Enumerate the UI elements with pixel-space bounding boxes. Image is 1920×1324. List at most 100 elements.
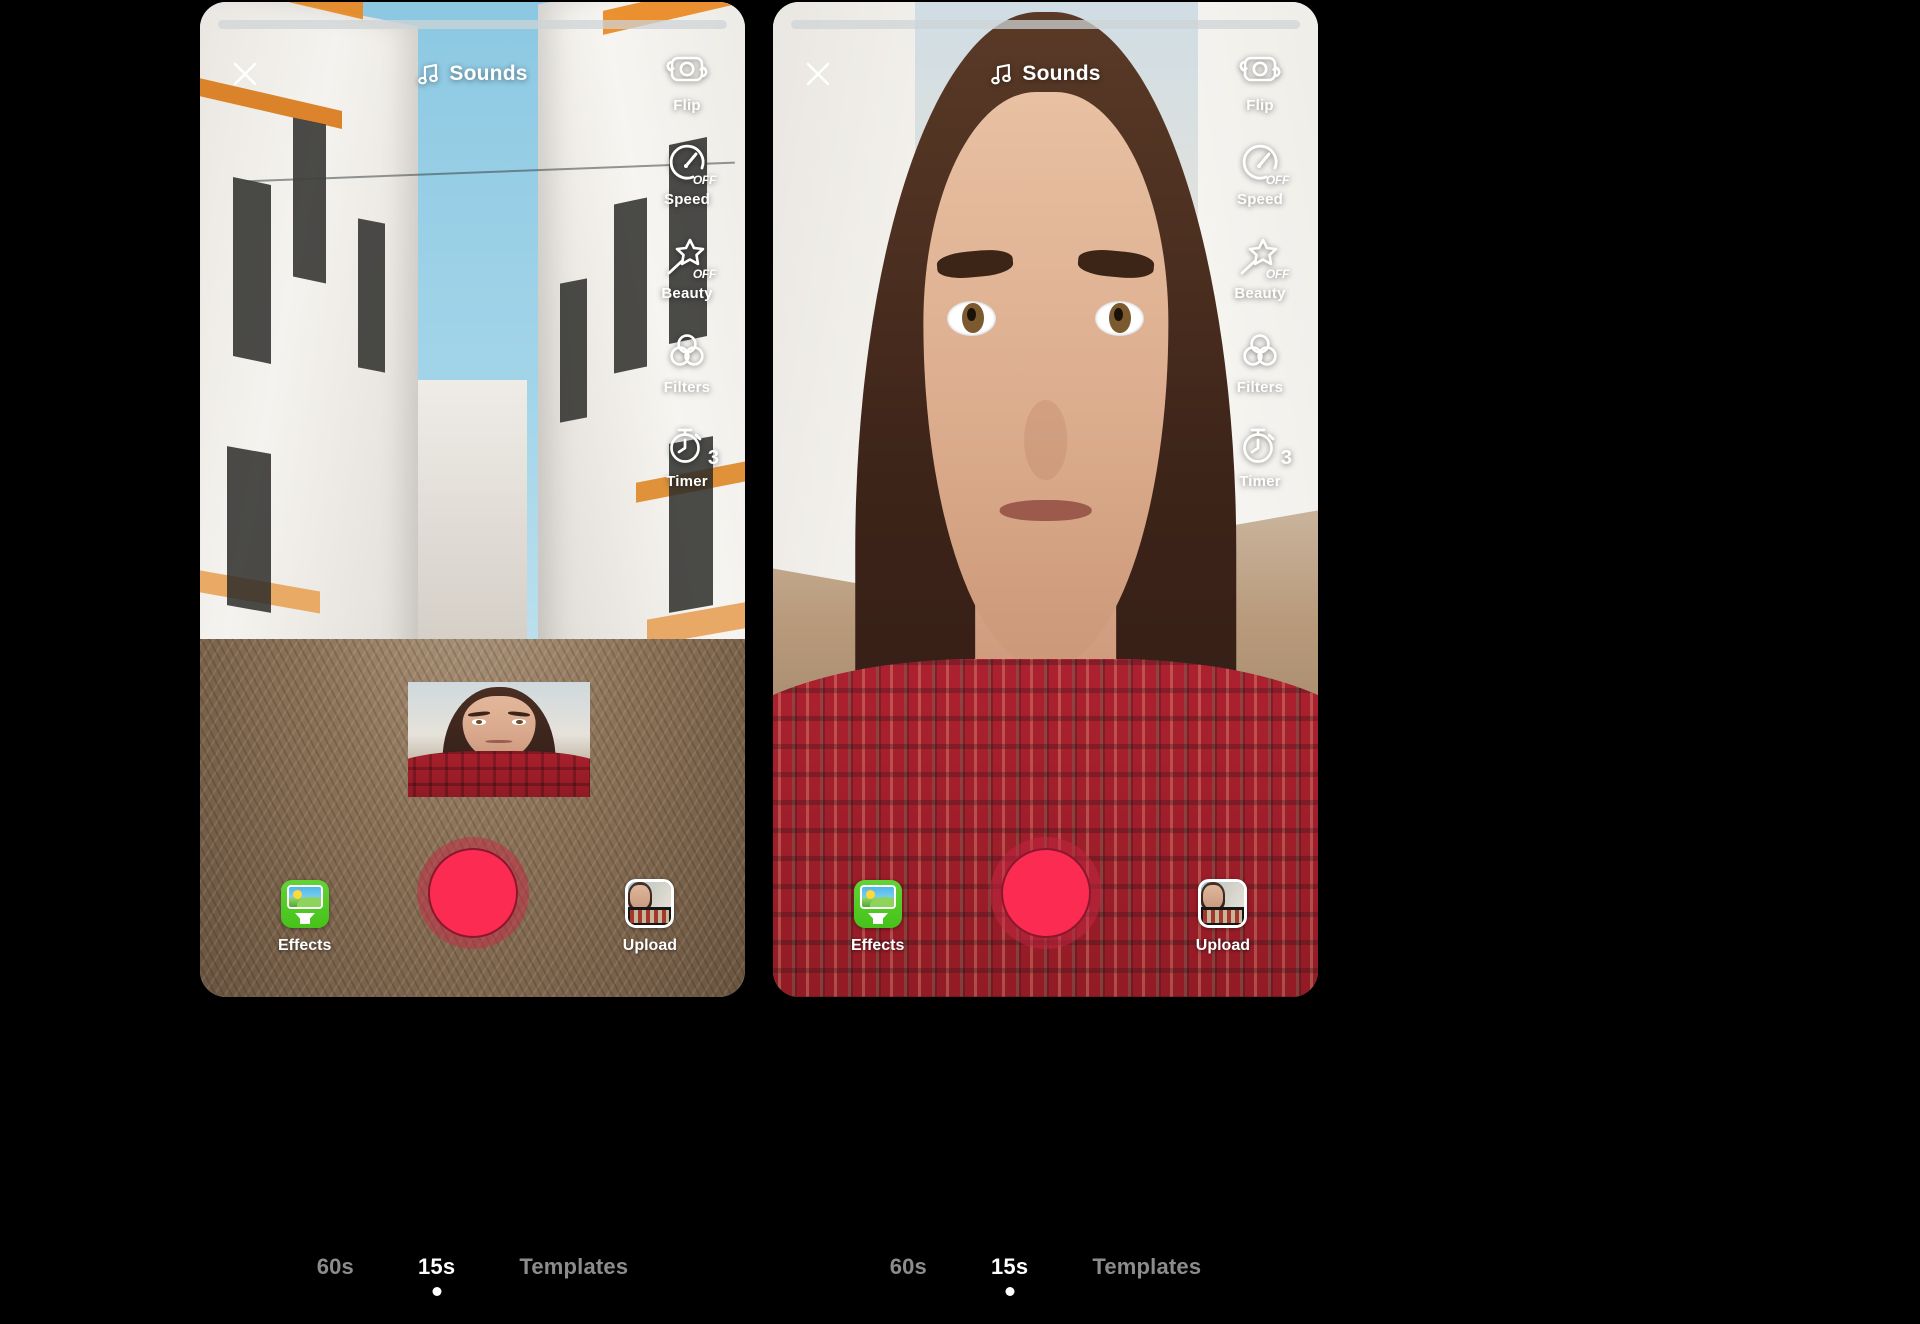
music-note-icon bbox=[417, 62, 439, 86]
record-button-inner bbox=[427, 848, 518, 938]
record-button[interactable] bbox=[989, 837, 1102, 949]
closeup-mouth bbox=[999, 499, 1092, 522]
record-button-inner bbox=[1000, 848, 1091, 938]
close-icon[interactable] bbox=[801, 57, 835, 91]
active-tab-indicator-dot bbox=[432, 1287, 442, 1296]
sounds-label: Sounds bbox=[449, 62, 528, 85]
rail-label-timer: Timer bbox=[666, 473, 708, 490]
magic-wand-icon: OFF bbox=[664, 234, 716, 281]
pip-eye bbox=[471, 718, 487, 725]
recording-progress-bar[interactable] bbox=[218, 20, 727, 29]
rail-label-speed: Speed bbox=[663, 191, 710, 208]
duration-tabbar-right: 60s 15s Templates bbox=[773, 1240, 1318, 1324]
tool-rail: Flip OFF Speed OFF Beauty Filters 3 Time… bbox=[643, 46, 731, 490]
effects-label: Effects bbox=[278, 937, 332, 954]
effects-label: Effects bbox=[851, 937, 905, 954]
window bbox=[614, 197, 647, 374]
active-tab-indicator-dot bbox=[1005, 1287, 1015, 1296]
recording-progress-fill bbox=[218, 20, 727, 29]
speed-off-badge: OFF bbox=[692, 173, 716, 187]
recording-progress-bar[interactable] bbox=[791, 20, 1300, 29]
beauty-off-badge: OFF bbox=[1265, 267, 1289, 281]
upload-button[interactable]: Upload bbox=[1196, 879, 1250, 955]
sounds-button[interactable]: Sounds bbox=[990, 62, 1100, 86]
tab-15s-label: 15s bbox=[418, 1254, 456, 1279]
window bbox=[232, 177, 271, 365]
rail-label-flip: Flip bbox=[673, 97, 701, 114]
magic-wand-icon: OFF bbox=[1237, 234, 1289, 281]
tab-templates-label: Templates bbox=[519, 1254, 629, 1279]
tab-60s[interactable]: 60s bbox=[313, 1254, 358, 1280]
camera-flip-icon bbox=[664, 46, 710, 92]
rail-item-beauty[interactable]: OFF Beauty bbox=[643, 234, 731, 302]
tab-60s-label: 60s bbox=[889, 1254, 927, 1279]
rail-item-beauty[interactable]: OFF Beauty bbox=[1216, 234, 1304, 302]
speed-off-badge: OFF bbox=[1265, 173, 1289, 187]
music-note-icon bbox=[990, 62, 1012, 86]
phone-panel-left: Sounds Flip OFF Speed OFF Beauty Filters… bbox=[200, 2, 745, 997]
tab-templates-label: Templates bbox=[1092, 1254, 1202, 1279]
rail-item-filters[interactable]: Filters bbox=[643, 328, 731, 396]
tab-60s-label: 60s bbox=[316, 1254, 354, 1279]
closeup-nose bbox=[1023, 400, 1068, 480]
record-button[interactable] bbox=[416, 837, 529, 949]
stopwatch-icon: 3 bbox=[1237, 422, 1292, 469]
upload-thumbnail-icon bbox=[1198, 879, 1248, 928]
tab-60s[interactable]: 60s bbox=[886, 1254, 931, 1280]
filters-icon bbox=[664, 328, 710, 374]
pip-plaid-shirt bbox=[408, 751, 590, 797]
window bbox=[292, 117, 326, 285]
rail-label-filters: Filters bbox=[1236, 379, 1284, 396]
bottom-controls-left: Effects Upload bbox=[200, 825, 745, 955]
timer-count-badge: 3 bbox=[707, 447, 719, 469]
upload-button[interactable]: Upload bbox=[623, 879, 677, 955]
stopwatch-icon: 3 bbox=[664, 422, 719, 469]
rail-label-beauty: Beauty bbox=[661, 285, 713, 302]
speedometer-icon: OFF bbox=[1237, 140, 1289, 187]
tab-templates[interactable]: Templates bbox=[1088, 1254, 1205, 1280]
rail-item-flip[interactable]: Flip bbox=[643, 46, 731, 114]
tab-15s-label: 15s bbox=[991, 1254, 1029, 1279]
rail-label-timer: Timer bbox=[1239, 473, 1281, 490]
duration-tabbar-left: 60s 15s Templates bbox=[200, 1240, 745, 1324]
rail-label-beauty: Beauty bbox=[1234, 285, 1286, 302]
rail-item-filters[interactable]: Filters bbox=[1216, 328, 1304, 396]
pip-eye bbox=[511, 718, 527, 725]
timer-count-badge: 3 bbox=[1280, 447, 1292, 469]
window bbox=[559, 277, 587, 423]
tab-templates[interactable]: Templates bbox=[515, 1254, 632, 1280]
selfie-preview bbox=[408, 682, 590, 797]
rail-label-speed: Speed bbox=[1236, 191, 1283, 208]
rail-item-speed[interactable]: OFF Speed bbox=[643, 140, 731, 208]
closeup-eye bbox=[1094, 300, 1144, 337]
tab-15s[interactable]: 15s bbox=[987, 1254, 1032, 1296]
effects-button[interactable]: Effects bbox=[278, 880, 331, 955]
filters-icon bbox=[1237, 328, 1283, 374]
rail-item-timer[interactable]: 3 Timer bbox=[643, 422, 731, 490]
upload-label: Upload bbox=[622, 937, 677, 954]
recording-progress-fill bbox=[791, 20, 1300, 29]
window bbox=[227, 445, 271, 613]
beauty-off-badge: OFF bbox=[692, 267, 716, 281]
rail-label-flip: Flip bbox=[1246, 97, 1274, 114]
upload-label: Upload bbox=[1195, 937, 1250, 954]
screenshot-stage: Sounds Flip OFF Speed OFF Beauty Filters… bbox=[0, 0, 1920, 1324]
tab-15s[interactable]: 15s bbox=[414, 1254, 459, 1296]
rail-item-timer[interactable]: 3 Timer bbox=[1216, 422, 1304, 490]
sounds-label: Sounds bbox=[1022, 62, 1101, 85]
pip-self-view[interactable] bbox=[408, 682, 590, 797]
rail-label-filters: Filters bbox=[663, 379, 711, 396]
effects-image-download-icon bbox=[853, 880, 902, 928]
rail-item-speed[interactable]: OFF Speed bbox=[1216, 140, 1304, 208]
upload-thumbnail-icon bbox=[625, 879, 675, 928]
sounds-button[interactable]: Sounds bbox=[417, 62, 527, 86]
camera-flip-icon bbox=[1237, 46, 1283, 92]
window bbox=[358, 218, 386, 373]
phone-panel-right: Sounds Flip OFF Speed OFF Beauty Filters… bbox=[773, 2, 1318, 997]
close-icon[interactable] bbox=[228, 57, 262, 91]
rail-item-flip[interactable]: Flip bbox=[1216, 46, 1304, 114]
tool-rail: Flip OFF Speed OFF Beauty Filters 3 Time… bbox=[1216, 46, 1304, 490]
effects-image-download-icon bbox=[280, 880, 329, 928]
bottom-controls-right: Effects Upload bbox=[773, 825, 1318, 955]
effects-button[interactable]: Effects bbox=[851, 880, 904, 955]
